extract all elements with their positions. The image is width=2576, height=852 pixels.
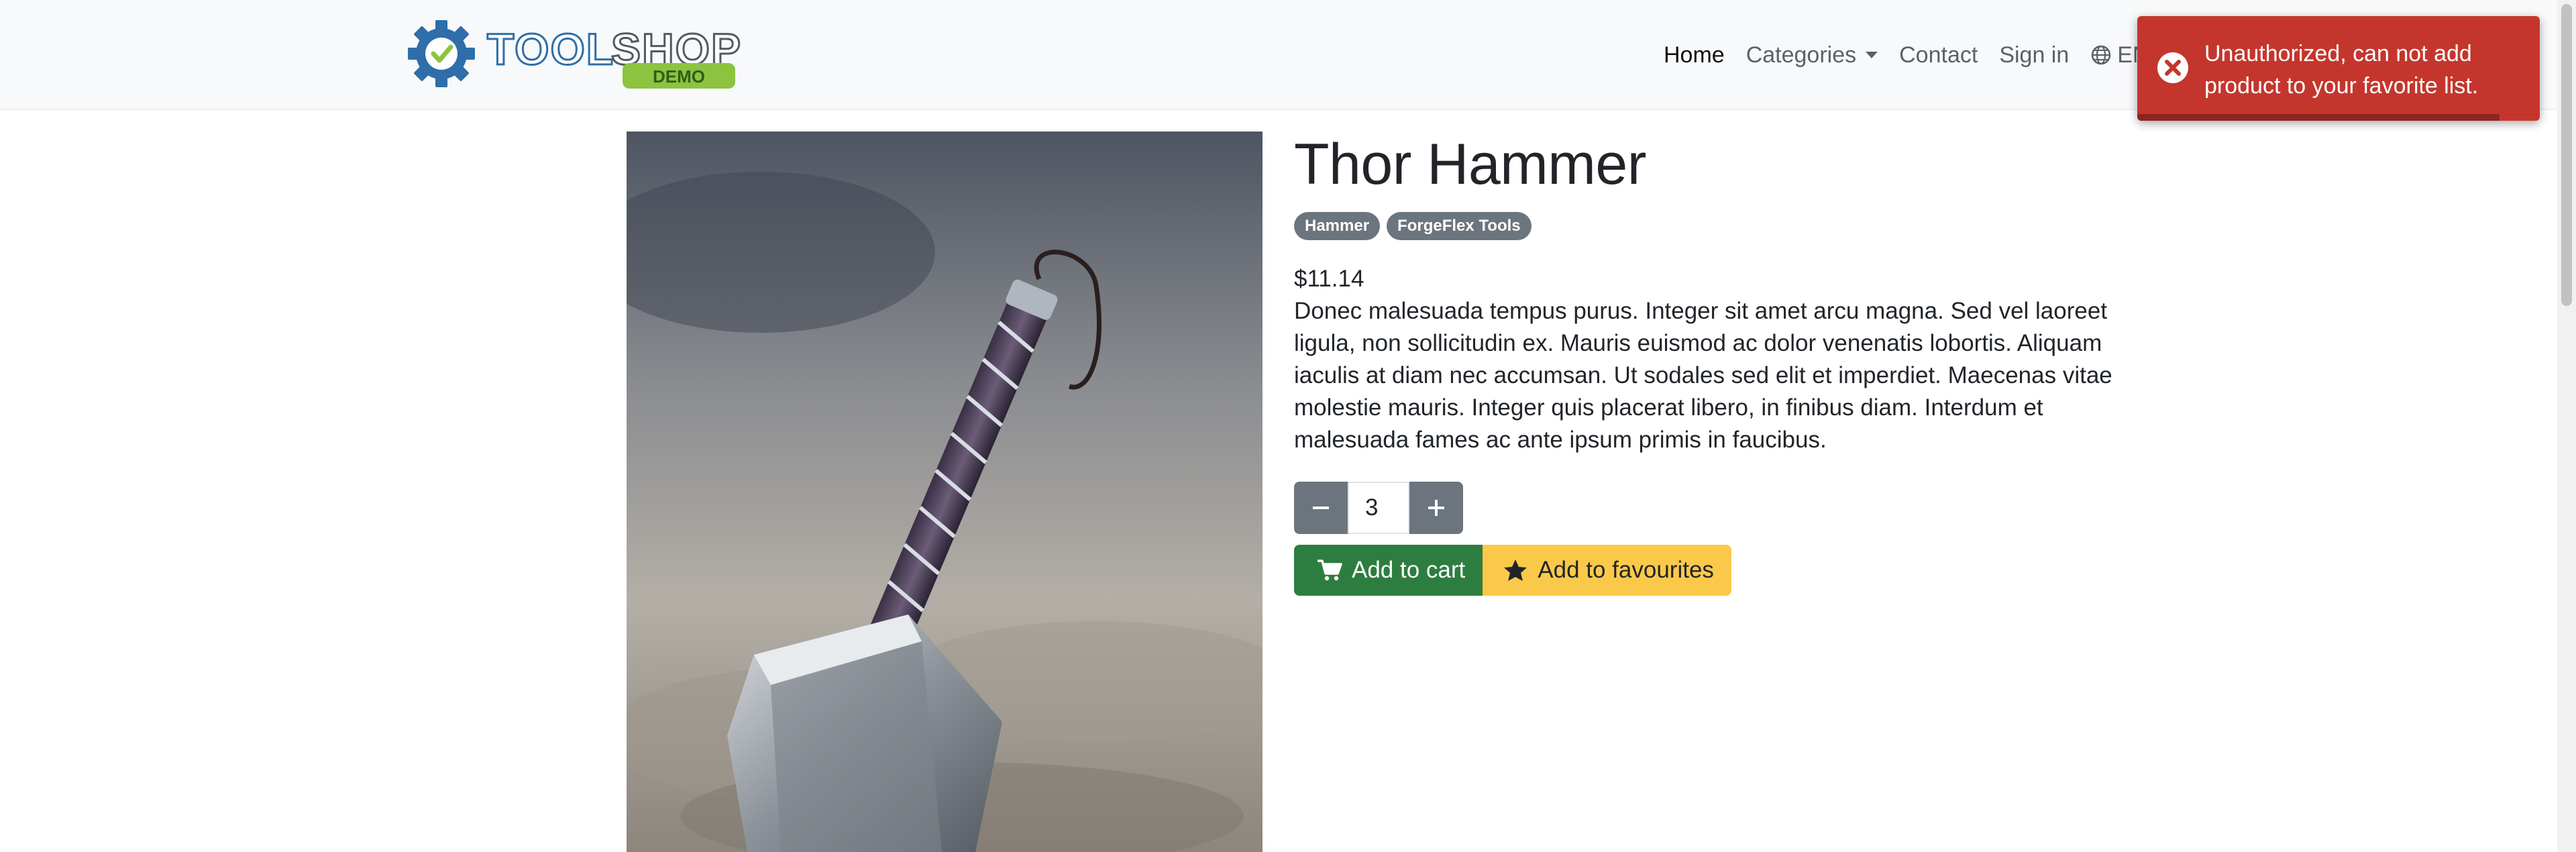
increase-quantity-button[interactable] — [1409, 482, 1463, 534]
product-details: Thor Hammer Hammer ForgeFlex Tools $11.1… — [1294, 127, 2159, 596]
nav-sign-in-label: Sign in — [1999, 42, 2070, 68]
product-title: Thor Hammer — [1294, 132, 1646, 197]
nav-contact-label: Contact — [1899, 42, 1978, 68]
svg-text:TOOL: TOOL — [487, 24, 614, 74]
product-image — [627, 131, 1263, 852]
nav-home[interactable]: Home — [1664, 42, 1725, 68]
nav-home-label: Home — [1664, 42, 1725, 68]
add-to-favourites-label: Add to favourites — [1538, 557, 1714, 583]
toast-message: Unauthorized, can not add product to you… — [2204, 41, 2479, 99]
brand-badge: ForgeFlex Tools — [1387, 212, 1532, 240]
toast-progress-bar — [2137, 114, 2500, 121]
svg-text:DEMO: DEMO — [653, 66, 705, 87]
brand-logo[interactable]: TOOL SHOP DEMO — [407, 16, 742, 91]
quantity-input[interactable] — [1348, 482, 1409, 534]
product-price: $11.14 — [1294, 266, 1364, 292]
star-icon — [1504, 560, 1527, 581]
add-to-cart-button[interactable]: Add to cart — [1294, 545, 1483, 596]
cart-icon — [1318, 560, 1342, 581]
caret-down-icon — [1866, 52, 1878, 58]
plus-icon — [1428, 500, 1444, 516]
nav-categories-label: Categories — [1746, 42, 1857, 68]
page-scrollbar[interactable] — [2557, 0, 2576, 852]
add-to-favourites-button[interactable]: Add to favourites — [1483, 545, 1731, 596]
error-circle-icon — [2157, 52, 2188, 83]
globe-icon — [2092, 45, 2111, 65]
gear-check-icon: TOOL SHOP DEMO — [408, 20, 742, 89]
decrease-quantity-button[interactable] — [1294, 482, 1348, 534]
minus-icon — [1313, 507, 1329, 509]
error-toast[interactable]: Unauthorized, can not add product to you… — [2137, 16, 2540, 121]
nav-sign-in[interactable]: Sign in — [1999, 42, 2069, 68]
add-to-cart-label: Add to cart — [1352, 557, 1466, 583]
nav-categories-dropdown[interactable]: Categories — [1746, 42, 1878, 68]
nav-contact[interactable]: Contact — [1899, 42, 1978, 68]
product-description: Donec malesuada tempus purus. Integer si… — [1294, 298, 2112, 453]
category-badge: Hammer — [1294, 212, 1381, 240]
product-actions: Add to cart Add to favourites — [1294, 545, 2159, 596]
main-nav: Home Categories Contact Sign in EN — [1664, 36, 2171, 74]
scrollbar-thumb[interactable] — [2561, 4, 2572, 306]
product-badges: Hammer ForgeFlex Tools — [1294, 212, 2159, 240]
quantity-stepper — [1294, 482, 2159, 534]
